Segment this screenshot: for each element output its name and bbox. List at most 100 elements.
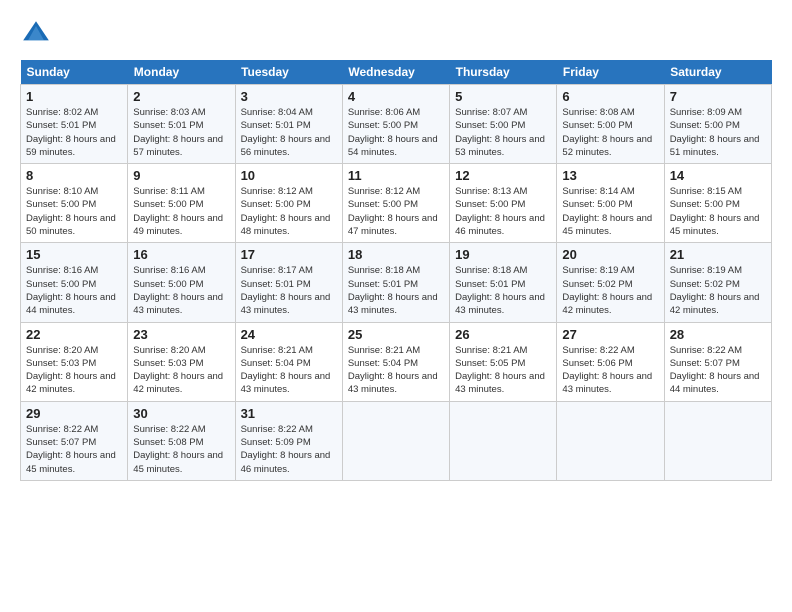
- sunrise-label: Sunrise: 8:22 AM: [133, 424, 205, 435]
- sunrise-label: Sunrise: 8:18 AM: [455, 265, 527, 276]
- sunrise-label: Sunrise: 8:19 AM: [562, 265, 634, 276]
- calendar-cell: [450, 401, 557, 480]
- day-number: 15: [26, 247, 122, 262]
- col-header-saturday: Saturday: [664, 60, 771, 85]
- day-number: 18: [348, 247, 444, 262]
- day-number: 2: [133, 89, 229, 104]
- day-number: 3: [241, 89, 337, 104]
- sunrise-label: Sunrise: 8:16 AM: [133, 265, 205, 276]
- day-number: 7: [670, 89, 766, 104]
- sunrise-label: Sunrise: 8:20 AM: [26, 345, 98, 356]
- sunset-label: Sunset: 5:03 PM: [26, 358, 96, 369]
- daylight-label: Daylight: 8 hours and 43 minutes.: [455, 371, 545, 395]
- daylight-label: Daylight: 8 hours and 43 minutes.: [348, 292, 438, 316]
- week-row-2: 8 Sunrise: 8:10 AM Sunset: 5:00 PM Dayli…: [21, 164, 772, 243]
- sunset-label: Sunset: 5:01 PM: [133, 120, 203, 131]
- calendar-cell: 21 Sunrise: 8:19 AM Sunset: 5:02 PM Dayl…: [664, 243, 771, 322]
- daylight-label: Daylight: 8 hours and 59 minutes.: [26, 134, 116, 158]
- sunrise-label: Sunrise: 8:07 AM: [455, 107, 527, 118]
- sunrise-label: Sunrise: 8:21 AM: [348, 345, 420, 356]
- daylight-label: Daylight: 8 hours and 43 minutes.: [133, 292, 223, 316]
- sunrise-label: Sunrise: 8:11 AM: [133, 186, 205, 197]
- daylight-label: Daylight: 8 hours and 44 minutes.: [670, 371, 760, 395]
- daylight-label: Daylight: 8 hours and 48 minutes.: [241, 213, 331, 237]
- sunset-label: Sunset: 5:00 PM: [562, 199, 632, 210]
- sunrise-label: Sunrise: 8:22 AM: [26, 424, 98, 435]
- calendar-cell: 13 Sunrise: 8:14 AM Sunset: 5:00 PM Dayl…: [557, 164, 664, 243]
- logo-icon: [20, 18, 52, 50]
- logo: [20, 18, 56, 50]
- day-number: 5: [455, 89, 551, 104]
- sunset-label: Sunset: 5:07 PM: [670, 358, 740, 369]
- cell-info: Sunrise: 8:13 AM Sunset: 5:00 PM Dayligh…: [455, 185, 551, 238]
- sunrise-label: Sunrise: 8:03 AM: [133, 107, 205, 118]
- cell-info: Sunrise: 8:09 AM Sunset: 5:00 PM Dayligh…: [670, 106, 766, 159]
- daylight-label: Daylight: 8 hours and 50 minutes.: [26, 213, 116, 237]
- sunset-label: Sunset: 5:00 PM: [26, 279, 96, 290]
- sunset-label: Sunset: 5:00 PM: [455, 199, 525, 210]
- calendar-cell: 20 Sunrise: 8:19 AM Sunset: 5:02 PM Dayl…: [557, 243, 664, 322]
- day-number: 26: [455, 327, 551, 342]
- calendar-cell: 25 Sunrise: 8:21 AM Sunset: 5:04 PM Dayl…: [342, 322, 449, 401]
- sunset-label: Sunset: 5:02 PM: [562, 279, 632, 290]
- sunrise-label: Sunrise: 8:02 AM: [26, 107, 98, 118]
- sunrise-label: Sunrise: 8:12 AM: [348, 186, 420, 197]
- cell-info: Sunrise: 8:22 AM Sunset: 5:08 PM Dayligh…: [133, 423, 229, 476]
- week-row-1: 1 Sunrise: 8:02 AM Sunset: 5:01 PM Dayli…: [21, 85, 772, 164]
- sunrise-label: Sunrise: 8:20 AM: [133, 345, 205, 356]
- col-header-sunday: Sunday: [21, 60, 128, 85]
- day-number: 9: [133, 168, 229, 183]
- sunrise-label: Sunrise: 8:06 AM: [348, 107, 420, 118]
- daylight-label: Daylight: 8 hours and 43 minutes.: [562, 371, 652, 395]
- col-header-tuesday: Tuesday: [235, 60, 342, 85]
- daylight-label: Daylight: 8 hours and 46 minutes.: [241, 450, 331, 474]
- col-header-thursday: Thursday: [450, 60, 557, 85]
- cell-info: Sunrise: 8:21 AM Sunset: 5:04 PM Dayligh…: [348, 344, 444, 397]
- header-row: SundayMondayTuesdayWednesdayThursdayFrid…: [21, 60, 772, 85]
- daylight-label: Daylight: 8 hours and 43 minutes.: [455, 292, 545, 316]
- sunrise-label: Sunrise: 8:21 AM: [455, 345, 527, 356]
- sunrise-label: Sunrise: 8:19 AM: [670, 265, 742, 276]
- sunset-label: Sunset: 5:02 PM: [670, 279, 740, 290]
- calendar-cell: 24 Sunrise: 8:21 AM Sunset: 5:04 PM Dayl…: [235, 322, 342, 401]
- sunset-label: Sunset: 5:05 PM: [455, 358, 525, 369]
- cell-info: Sunrise: 8:04 AM Sunset: 5:01 PM Dayligh…: [241, 106, 337, 159]
- calendar-cell: 3 Sunrise: 8:04 AM Sunset: 5:01 PM Dayli…: [235, 85, 342, 164]
- calendar-cell: 18 Sunrise: 8:18 AM Sunset: 5:01 PM Dayl…: [342, 243, 449, 322]
- calendar-cell: [664, 401, 771, 480]
- sunrise-label: Sunrise: 8:22 AM: [670, 345, 742, 356]
- day-number: 27: [562, 327, 658, 342]
- calendar-cell: 2 Sunrise: 8:03 AM Sunset: 5:01 PM Dayli…: [128, 85, 235, 164]
- cell-info: Sunrise: 8:03 AM Sunset: 5:01 PM Dayligh…: [133, 106, 229, 159]
- daylight-label: Daylight: 8 hours and 45 minutes.: [670, 213, 760, 237]
- day-number: 24: [241, 327, 337, 342]
- sunset-label: Sunset: 5:01 PM: [348, 279, 418, 290]
- daylight-label: Daylight: 8 hours and 43 minutes.: [348, 371, 438, 395]
- sunset-label: Sunset: 5:07 PM: [26, 437, 96, 448]
- daylight-label: Daylight: 8 hours and 52 minutes.: [562, 134, 652, 158]
- day-number: 1: [26, 89, 122, 104]
- sunset-label: Sunset: 5:00 PM: [562, 120, 632, 131]
- calendar-cell: 22 Sunrise: 8:20 AM Sunset: 5:03 PM Dayl…: [21, 322, 128, 401]
- sunset-label: Sunset: 5:04 PM: [241, 358, 311, 369]
- daylight-label: Daylight: 8 hours and 44 minutes.: [26, 292, 116, 316]
- day-number: 11: [348, 168, 444, 183]
- day-number: 19: [455, 247, 551, 262]
- cell-info: Sunrise: 8:14 AM Sunset: 5:00 PM Dayligh…: [562, 185, 658, 238]
- calendar-cell: 12 Sunrise: 8:13 AM Sunset: 5:00 PM Dayl…: [450, 164, 557, 243]
- sunset-label: Sunset: 5:09 PM: [241, 437, 311, 448]
- cell-info: Sunrise: 8:12 AM Sunset: 5:00 PM Dayligh…: [241, 185, 337, 238]
- cell-info: Sunrise: 8:20 AM Sunset: 5:03 PM Dayligh…: [26, 344, 122, 397]
- day-number: 14: [670, 168, 766, 183]
- day-number: 21: [670, 247, 766, 262]
- day-number: 20: [562, 247, 658, 262]
- sunset-label: Sunset: 5:01 PM: [241, 120, 311, 131]
- header: [20, 18, 772, 50]
- daylight-label: Daylight: 8 hours and 54 minutes.: [348, 134, 438, 158]
- cell-info: Sunrise: 8:02 AM Sunset: 5:01 PM Dayligh…: [26, 106, 122, 159]
- calendar-cell: 8 Sunrise: 8:10 AM Sunset: 5:00 PM Dayli…: [21, 164, 128, 243]
- calendar-cell: 1 Sunrise: 8:02 AM Sunset: 5:01 PM Dayli…: [21, 85, 128, 164]
- daylight-label: Daylight: 8 hours and 47 minutes.: [348, 213, 438, 237]
- day-number: 28: [670, 327, 766, 342]
- day-number: 6: [562, 89, 658, 104]
